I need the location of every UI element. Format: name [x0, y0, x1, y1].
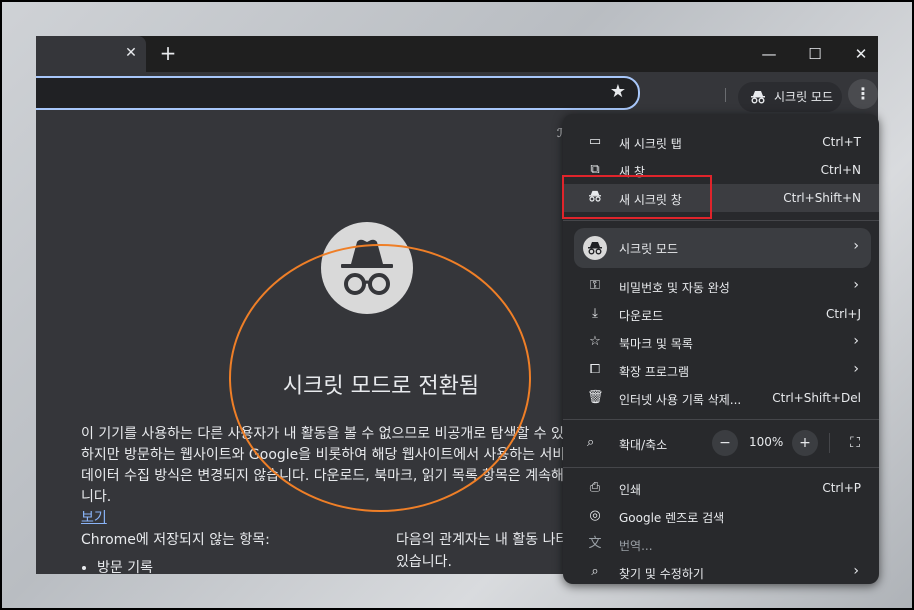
trash-icon: 🗑 [587, 390, 604, 405]
menu-divider [563, 467, 879, 468]
menu-divider [563, 419, 879, 420]
tab-close-icon[interactable]: ✕ [122, 44, 140, 62]
toolbar-separator [725, 88, 726, 102]
star-icon: ☆ [589, 334, 601, 349]
chevron-right-icon: › [853, 361, 859, 377]
learn-more-link[interactable]: 보기 [81, 510, 107, 526]
menu-item-shortcut: Ctrl+N [820, 163, 861, 177]
menu-item-label: 북마크 및 목록 [619, 337, 693, 351]
fullscreen-icon[interactable]: ⛶ [842, 430, 868, 456]
zoom-out-button[interactable]: − [712, 430, 738, 456]
close-window-button[interactable]: ✕ [838, 36, 878, 72]
zoom-row: ⌕ 확대/축소 − 100% + ⛶ [563, 427, 879, 459]
puzzle-icon: ⧠ [589, 362, 601, 377]
maximize-button[interactable]: ☐ [792, 36, 838, 72]
translate-icon: 文 [588, 536, 602, 551]
menu-item-shortcut: Ctrl+Shift+Del [772, 391, 861, 405]
tab-icon: ▭ [588, 134, 602, 149]
download-icon: ⤓ [592, 306, 598, 321]
menu-item-lens[interactable]: ◎ Google 렌즈로 검색 [563, 502, 879, 530]
list-item: 방문 기록 [97, 557, 270, 574]
menu-item-new-incognito-tab[interactable]: ▭ 새 시크릿 탭 Ctrl+T [563, 128, 879, 156]
bookmark-fragment[interactable]: ℐ [557, 126, 563, 140]
zoom-in-button[interactable]: + [792, 430, 818, 456]
not-saved-heading: Chrome에 저장되지 않는 항목: [81, 532, 270, 548]
not-saved-section: Chrome에 저장되지 않는 항목: 방문 기록 [81, 529, 270, 574]
zoom-value: 100% [749, 435, 784, 449]
menu-divider [563, 220, 879, 221]
menu-item-label: 비밀번호 및 자동 완성 [619, 281, 730, 295]
chevron-right-icon: › [853, 333, 859, 349]
menu-item-shortcut: Ctrl+P [822, 481, 861, 495]
chevron-right-icon: › [853, 563, 859, 579]
menu-item-clear-history[interactable]: 🗑 인터넷 사용 기록 삭제... Ctrl+Shift+Del [563, 384, 879, 412]
menu-item-shortcut: Ctrl+J [826, 307, 861, 321]
menu-item-label: Google 렌즈로 검색 [619, 511, 725, 525]
lens-icon: ◎ [589, 508, 601, 523]
title-bar: ✕ + — ☐ ✕ [36, 36, 878, 72]
menu-item-find[interactable]: ⌕ 찾기 및 수정하기 › [563, 558, 879, 584]
annotation-circle [229, 244, 531, 512]
minimize-button[interactable]: — [746, 36, 792, 72]
toolbar: ★ 시크릿 모드 ⋮ [36, 72, 878, 116]
chevron-right-icon: › [853, 277, 859, 293]
menu-item-shortcut: Ctrl+T [822, 135, 861, 149]
zoom-icon: ⌕ [587, 435, 595, 450]
incognito-icon [750, 82, 766, 112]
menu-item-translate[interactable]: 文 번역... [563, 530, 879, 558]
chevron-right-icon: › [853, 238, 859, 254]
incognito-chip-label: 시크릿 모드 [774, 90, 834, 104]
menu-item-extensions[interactable]: ⧠ 확장 프로그램 › [563, 356, 879, 384]
zoom-separator [829, 433, 830, 453]
menu-item-label: 새 시크릿 탭 [619, 137, 682, 151]
menu-item-label: 인터넷 사용 기록 삭제... [619, 393, 742, 407]
menu-item-shortcut: Ctrl+Shift+N [783, 191, 861, 205]
menu-item-label: 인쇄 [619, 483, 642, 497]
incognito-chip[interactable]: 시크릿 모드 [738, 82, 842, 112]
menu-item-downloads[interactable]: ⤓ 다운로드 Ctrl+J [563, 300, 879, 328]
key-icon: ⚿ [590, 278, 600, 293]
address-bar[interactable]: ★ [36, 76, 640, 110]
zoom-label: 확대/축소 [619, 438, 668, 452]
highlight-box [562, 175, 712, 219]
print-icon: ⎙ [589, 480, 601, 495]
bookmark-star-icon[interactable]: ★ [610, 81, 626, 102]
menu-item-label: 찾기 및 수정하기 [619, 567, 704, 581]
menu-item-label: 확장 프로그램 [619, 365, 690, 379]
menu-kebab-icon[interactable]: ⋮ [848, 79, 878, 109]
menu-item-bookmarks[interactable]: ☆ 북마크 및 목록 › [563, 328, 879, 356]
incognito-avatar-icon [583, 236, 607, 260]
menu-item-label: 번역... [619, 539, 653, 553]
menu-item-passwords[interactable]: ⚿ 비밀번호 및 자동 완성 › [563, 272, 879, 300]
new-tab-button[interactable]: + [156, 42, 180, 66]
active-tab[interactable]: ✕ [36, 36, 146, 72]
find-icon: ⌕ [591, 564, 599, 579]
profile-row[interactable]: 시크릿 모드 › [574, 228, 871, 268]
menu-item-print[interactable]: ⎙ 인쇄 Ctrl+P [563, 474, 879, 502]
menu-item-label: 다운로드 [619, 309, 664, 323]
profile-label: 시크릿 모드 [619, 242, 679, 256]
